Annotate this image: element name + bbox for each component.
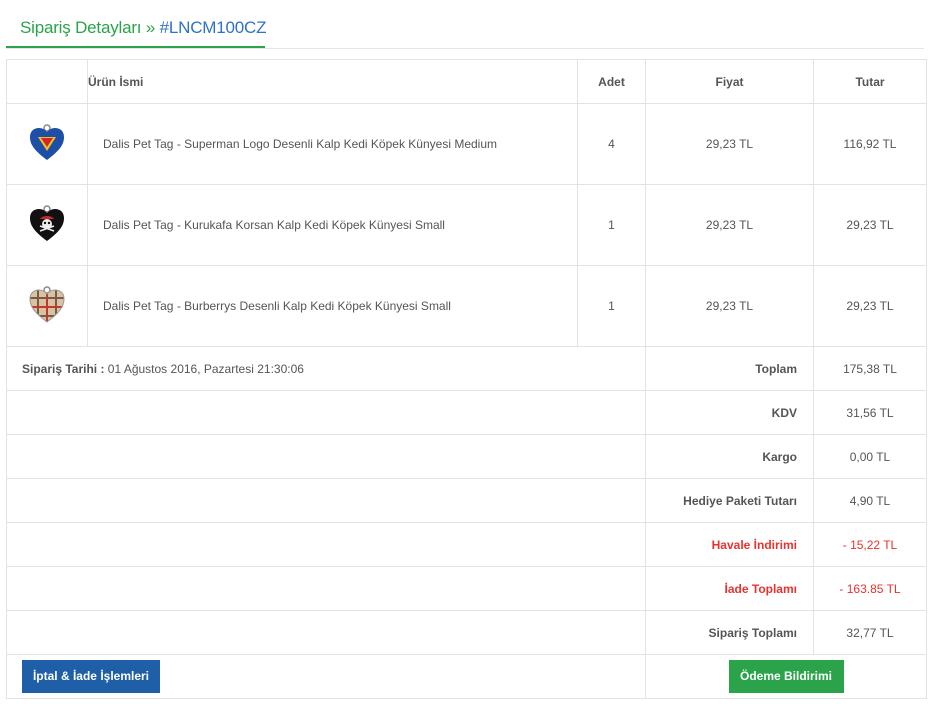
column-header-image bbox=[6, 59, 88, 104]
product-image-cell bbox=[6, 184, 88, 266]
table-row: Dalis Pet Tag - Burberrys Desenli Kalp K… bbox=[6, 265, 927, 347]
plaid-heart-tag-icon[interactable] bbox=[29, 285, 65, 325]
summary-row-toplam: Sipariş Tarihi : 01 Ağustos 2016, Pazart… bbox=[6, 346, 927, 391]
table-row: Dalis Pet Tag - Kurukafa Korsan Kalp Ked… bbox=[6, 184, 927, 266]
column-header-name: Ürün İsmi bbox=[87, 59, 578, 104]
page-title: Sipariş Detayları » #LNCM100CZ bbox=[20, 18, 266, 38]
product-price: 29,23 TL bbox=[645, 184, 814, 266]
toplam-value: 175,38 TL bbox=[813, 346, 927, 391]
product-name[interactable]: Dalis Pet Tag - Kurukafa Korsan Kalp Ked… bbox=[87, 184, 578, 266]
product-price: 29,23 TL bbox=[645, 103, 814, 185]
page-header: Sipariş Detayları » #LNCM100CZ bbox=[6, 0, 924, 49]
kargo-label: Kargo bbox=[645, 434, 814, 479]
table-row: Dalis Pet Tag - Superman Logo Desenli Ka… bbox=[6, 103, 927, 185]
summary-row-kargo: Kargo 0,00 TL bbox=[6, 434, 927, 479]
order-number: #LNCM100CZ bbox=[159, 18, 267, 37]
product-name[interactable]: Dalis Pet Tag - Superman Logo Desenli Ka… bbox=[87, 103, 578, 185]
product-qty: 1 bbox=[577, 184, 646, 266]
summary-row-havale: Havale İndirimi - 15,22 TL bbox=[6, 522, 927, 567]
kdv-value: 31,56 TL bbox=[813, 390, 927, 435]
column-header-total: Tutar bbox=[813, 59, 927, 104]
product-total: 29,23 TL bbox=[813, 265, 927, 347]
page-title-label: Sipariş Detayları » bbox=[20, 18, 160, 37]
kargo-value: 0,00 TL bbox=[813, 434, 927, 479]
order-date-value: 01 Ağustos 2016, Pazartesi 21:30:06 bbox=[104, 361, 304, 376]
superman-heart-tag-icon[interactable] bbox=[29, 123, 65, 163]
empty-cell bbox=[6, 566, 646, 611]
empty-cell bbox=[6, 522, 646, 567]
actions-left-cell: İptal & İade İşlemleri bbox=[6, 654, 646, 699]
toplam-label: Toplam bbox=[645, 346, 814, 391]
hediye-value: 4,90 TL bbox=[813, 478, 927, 523]
havale-value: - 15,22 TL bbox=[813, 522, 927, 567]
product-image-cell bbox=[6, 103, 88, 185]
column-header-price: Fiyat bbox=[645, 59, 814, 104]
hediye-label: Hediye Paketi Tutarı bbox=[645, 478, 814, 523]
summary-row-kdv: KDV 31,56 TL bbox=[6, 390, 927, 435]
summary-row-iade: İade Toplamı - 163.85 TL bbox=[6, 566, 927, 611]
title-underline bbox=[6, 46, 265, 48]
product-qty: 4 bbox=[577, 103, 646, 185]
order-date: Sipariş Tarihi : 01 Ağustos 2016, Pazart… bbox=[6, 346, 646, 391]
kdv-label: KDV bbox=[645, 390, 814, 435]
product-name[interactable]: Dalis Pet Tag - Burberrys Desenli Kalp K… bbox=[87, 265, 578, 347]
order-date-label: Sipariş Tarihi : bbox=[22, 361, 105, 376]
empty-cell bbox=[6, 478, 646, 523]
table-header-row: Ürün İsmi Adet Fiyat Tutar bbox=[6, 59, 927, 104]
product-qty: 1 bbox=[577, 265, 646, 347]
summary-row-siparis-toplami: Sipariş Toplamı 32,77 TL bbox=[6, 610, 927, 655]
siparis-toplami-value: 32,77 TL bbox=[813, 610, 927, 655]
iade-value: - 163.85 TL bbox=[813, 566, 927, 611]
payment-notification-button[interactable]: Ödeme Bildirimi bbox=[728, 660, 844, 693]
iade-label: İade Toplamı bbox=[645, 566, 814, 611]
siparis-toplami-label: Sipariş Toplamı bbox=[645, 610, 814, 655]
product-total: 116,92 TL bbox=[813, 103, 927, 185]
actions-row: İptal & İade İşlemleri Ödeme Bildirimi bbox=[6, 654, 927, 699]
skull-heart-tag-icon[interactable] bbox=[29, 204, 65, 244]
column-header-qty: Adet bbox=[577, 59, 646, 104]
empty-cell bbox=[6, 610, 646, 655]
product-total: 29,23 TL bbox=[813, 184, 927, 266]
empty-cell bbox=[6, 390, 646, 435]
product-image-cell bbox=[6, 265, 88, 347]
actions-right-cell: Ödeme Bildirimi bbox=[645, 654, 927, 699]
order-table: Ürün İsmi Adet Fiyat Tutar Dalis Pet Tag… bbox=[6, 59, 927, 699]
havale-label: Havale İndirimi bbox=[645, 522, 814, 567]
summary-row-hediye: Hediye Paketi Tutarı 4,90 TL bbox=[6, 478, 927, 523]
cancel-return-button[interactable]: İptal & İade İşlemleri bbox=[22, 660, 160, 693]
product-price: 29,23 TL bbox=[645, 265, 814, 347]
empty-cell bbox=[6, 434, 646, 479]
